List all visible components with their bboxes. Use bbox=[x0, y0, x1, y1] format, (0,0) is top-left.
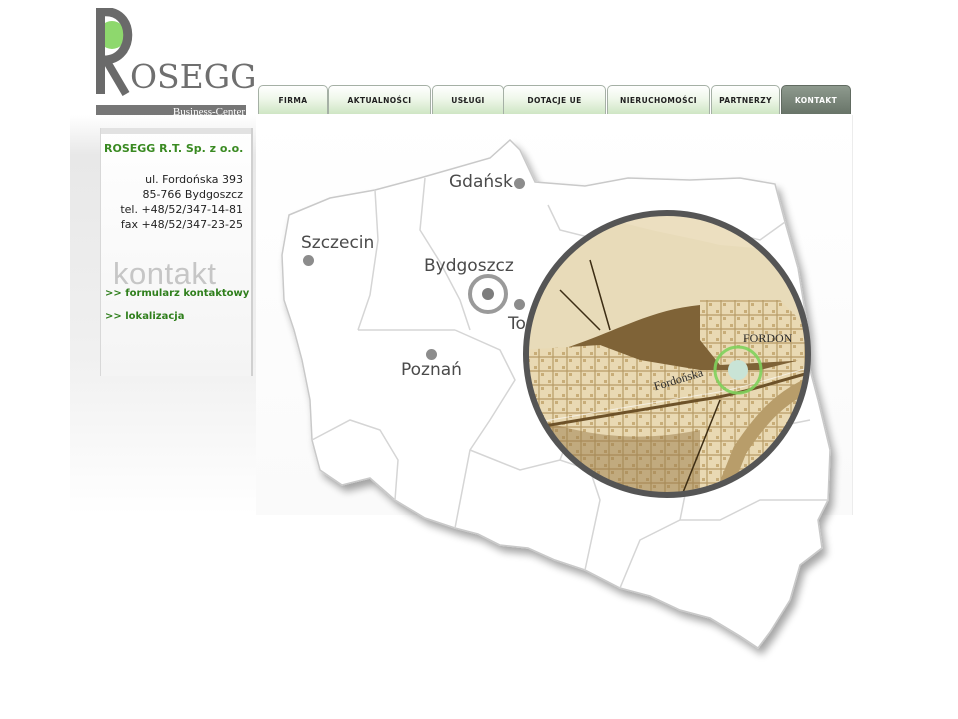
city-label-gdansk: Gdańsk bbox=[449, 172, 513, 192]
inset-label-fordon: FORDON bbox=[743, 331, 793, 345]
location-marker-icon bbox=[728, 360, 748, 380]
city-dot-poznan bbox=[426, 349, 437, 360]
city-dot-szczecin bbox=[303, 255, 314, 266]
city-label-torun: To bbox=[508, 314, 526, 334]
city-dot-torun bbox=[514, 299, 525, 310]
page: OSEGG Business-Center FIRMA AKTUALNOŚCI … bbox=[0, 0, 958, 719]
city-label-szczecin: Szczecin bbox=[301, 233, 375, 253]
city-dot-gdansk bbox=[514, 178, 525, 189]
city-label-poznan: Poznań bbox=[401, 360, 462, 380]
city-label-bydgoszcz: Bydgoszcz bbox=[424, 256, 514, 276]
poland-map bbox=[281, 138, 831, 650]
